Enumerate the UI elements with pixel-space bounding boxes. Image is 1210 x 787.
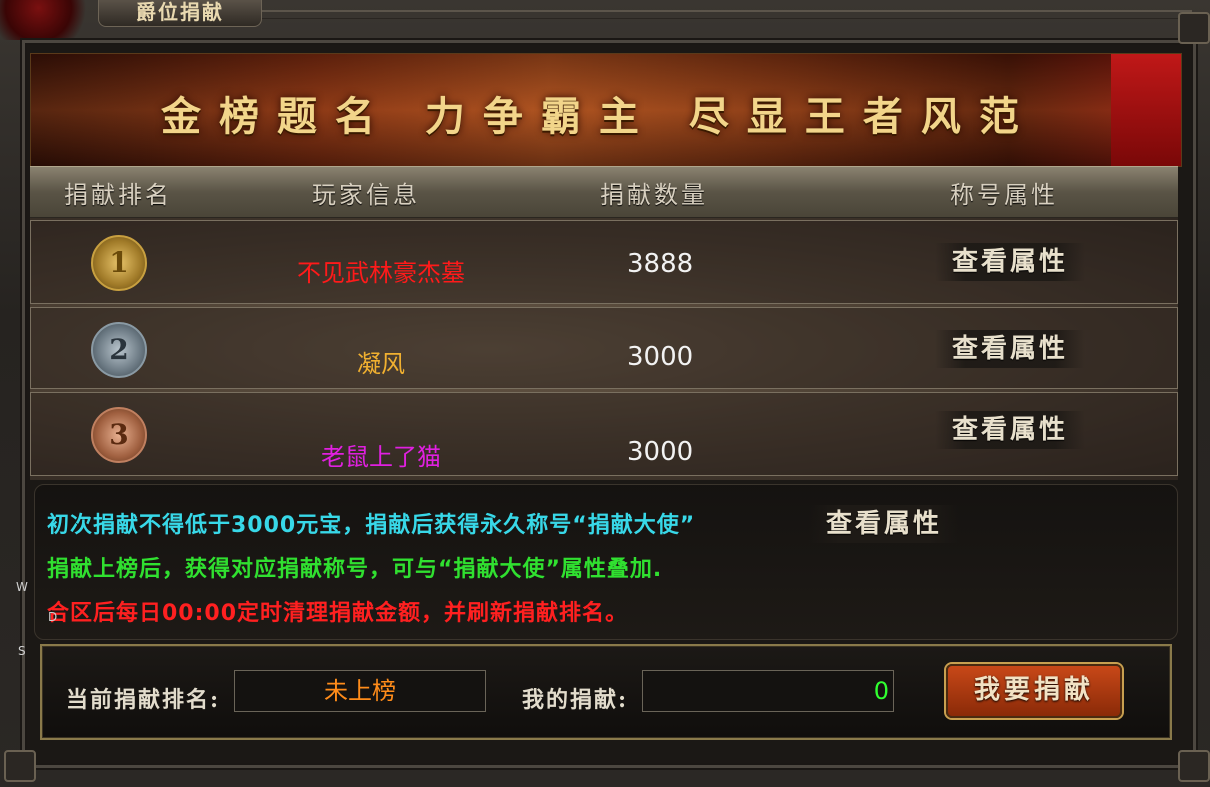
side-key-label: W: [16, 580, 28, 594]
player-name: 凝风: [357, 350, 405, 378]
table-row: 1 不见武林豪杰墓 3888 查看属性: [30, 220, 1178, 304]
my-donation-panel: 当前捐献排名: 未上榜 我的捐献: 0 我要捐献: [40, 644, 1172, 740]
donation-amount: 3000: [627, 437, 694, 467]
side-key-label: S: [18, 644, 26, 658]
header-amount: 捐献数量: [600, 181, 708, 209]
dragon-ornament: [0, 0, 96, 40]
header-player: 玩家信息: [312, 181, 420, 209]
corner-ornament: [4, 750, 36, 782]
view-attributes-button[interactable]: 查看属性: [935, 411, 1085, 449]
slogan-banner: 金榜题名 力争霸主 尽显王者风范: [30, 53, 1182, 167]
corner-ornament: [1178, 12, 1210, 44]
rank-medal-silver: 2: [91, 322, 147, 378]
banner-slogan: 金榜题名 力争霸主 尽显王者风范: [161, 93, 1037, 140]
table-row: 3 老鼠上了猫 3000 查看属性: [30, 392, 1178, 476]
frame-divider: [262, 10, 1192, 19]
my-donation-value: 0: [873, 677, 889, 705]
rank-medal-gold: 1: [91, 235, 147, 291]
ranking-list: 1 不见武林豪杰墓 3888 查看属性 2 凝风 3000 查看属性 3 老鼠上…: [30, 218, 1178, 480]
table-row: 2 凝风 3000 查看属性: [30, 307, 1178, 389]
header-title-attr: 称号属性: [950, 181, 1058, 209]
rule-line-1: 初次捐献不得低于3000元宝，捐献后获得永久称号“捐献大使”: [47, 513, 696, 538]
player-name: 老鼠上了猫: [321, 443, 441, 471]
view-ambassador-attributes-button[interactable]: 查看属性: [809, 505, 959, 543]
current-rank-value: 未上榜: [324, 677, 396, 705]
window-title: 爵位捐献: [98, 0, 262, 27]
current-rank-label: 当前捐献排名:: [66, 687, 221, 713]
donate-button[interactable]: 我要捐献: [946, 664, 1122, 718]
corner-ornament: [1178, 750, 1210, 782]
donation-amount: 3888: [627, 249, 694, 279]
rank-medal-bronze: 3: [91, 407, 147, 463]
header-rank: 捐献排名: [64, 181, 172, 209]
donation-rules-notice: 初次捐献不得低于3000元宝，捐献后获得永久称号“捐献大使” 查看属性 捐献上榜…: [34, 484, 1178, 640]
view-attributes-button[interactable]: 查看属性: [935, 330, 1085, 368]
table-header: 捐献排名 玩家信息 捐献数量 称号属性: [30, 166, 1178, 219]
rule-line-3: 合区后每日00:00定时清理捐献金额，并刷新捐献排名。: [47, 601, 629, 626]
my-donation-label: 我的捐献:: [522, 687, 629, 713]
current-rank-box: 未上榜: [234, 670, 486, 712]
player-name: 不见武林豪杰墓: [297, 259, 465, 287]
view-attributes-button[interactable]: 查看属性: [935, 243, 1085, 281]
my-donation-box: 0: [642, 670, 894, 712]
side-key-label: D: [48, 610, 58, 624]
red-flag-decoration: [1111, 54, 1181, 166]
rule-line-2: 捐献上榜后，获得对应捐献称号，可与“捐献大使”属性叠加.: [47, 557, 663, 582]
donation-amount: 3000: [627, 342, 694, 372]
